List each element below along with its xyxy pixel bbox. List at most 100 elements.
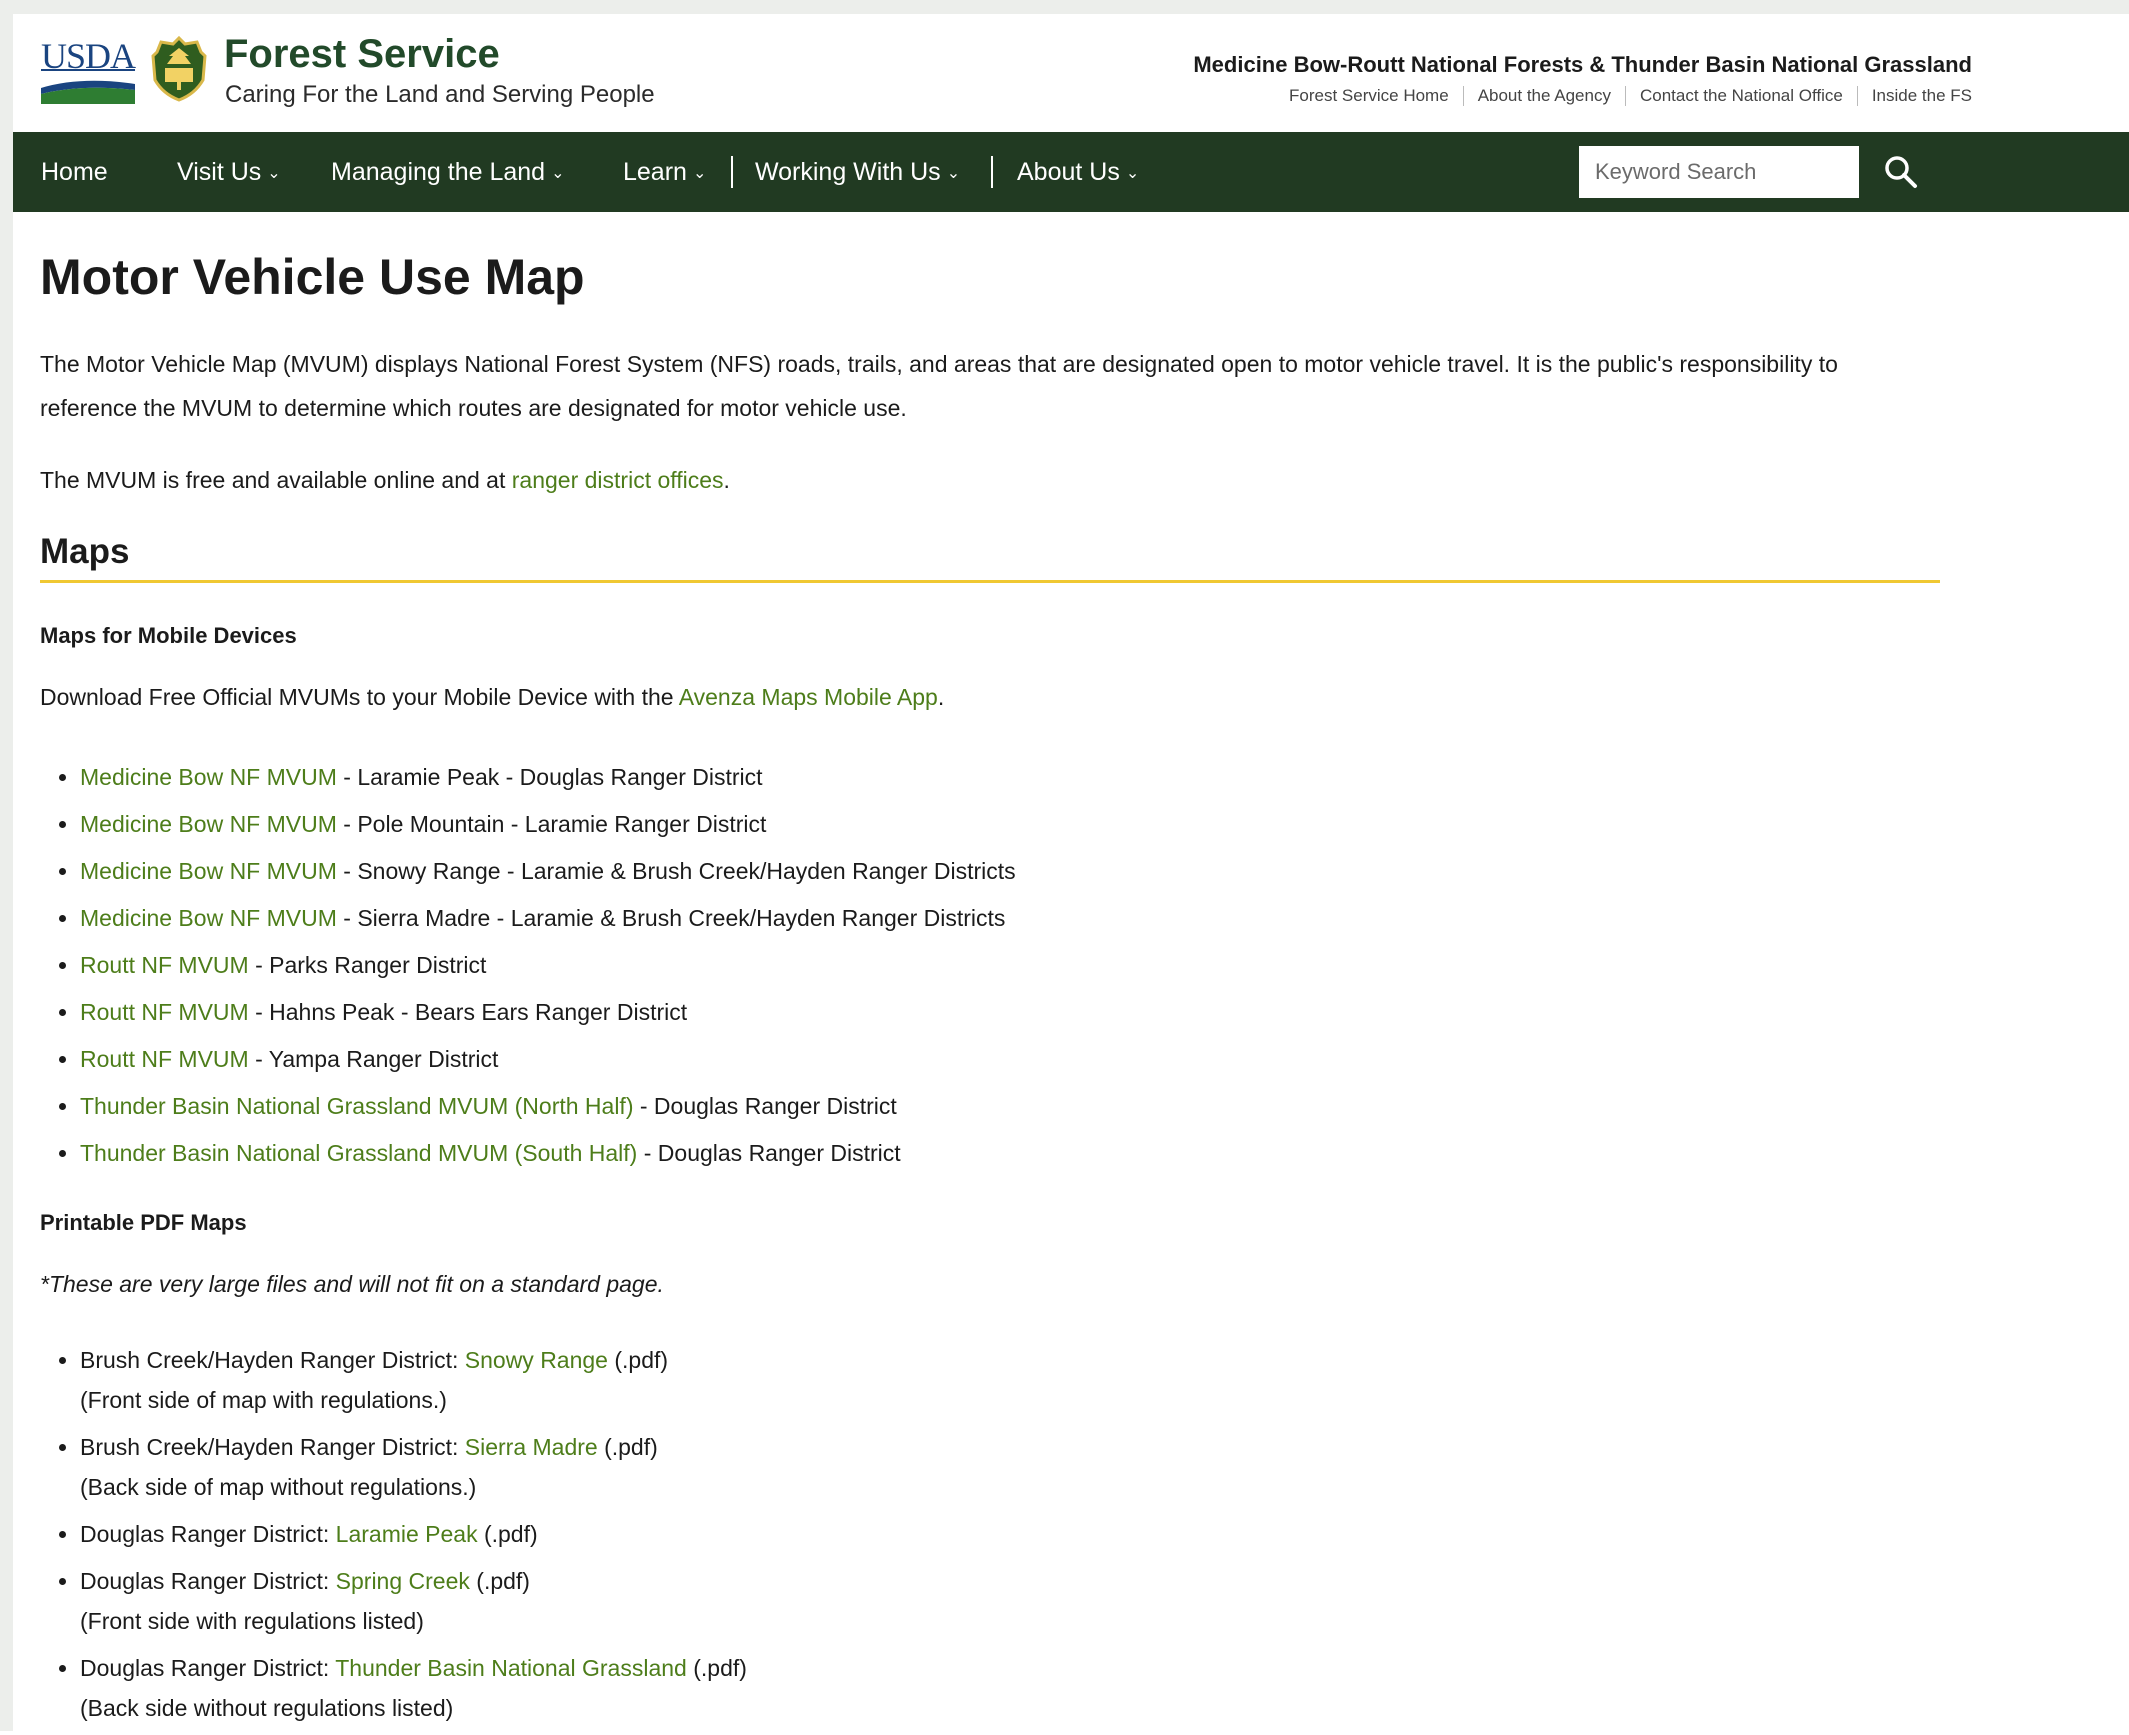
forest-service-shield-icon[interactable] xyxy=(151,36,207,102)
maps-heading: Maps xyxy=(40,532,130,571)
usda-swoosh-icon xyxy=(41,80,135,104)
pdf-link[interactable]: Spring Creek xyxy=(336,1568,470,1594)
list-item: Medicine Bow NF MVUM - Laramie Peak - Do… xyxy=(80,754,1016,801)
nav-home[interactable]: Home xyxy=(41,132,108,212)
pdf-suffix: (.pdf) xyxy=(469,1568,530,1594)
pdf-suffix: (.pdf) xyxy=(607,1347,669,1373)
mvum-link[interactable]: Routt NF MVUM xyxy=(80,952,255,978)
pdf-maps-list: Brush Creek/Hayden Ranger District: Snow… xyxy=(40,1340,747,1735)
mvum-link[interactable]: Medicine Bow NF MVUM xyxy=(80,811,343,837)
pdf-link[interactable]: Sierra Madre xyxy=(465,1434,598,1460)
window-edge xyxy=(0,0,13,1731)
mvum-link[interactable]: Thunder Basin National Grassland MVUM (S… xyxy=(80,1140,637,1166)
nav-visit-us-label: Visit Us xyxy=(177,158,262,186)
pdf-item-note: (Back side of map without regulations.) xyxy=(80,1474,477,1500)
list-item-text: - Douglas Ranger District xyxy=(637,1140,901,1166)
pdf-suffix: (.pdf) xyxy=(686,1655,747,1681)
chevron-down-icon: ⌄ xyxy=(1125,165,1140,182)
mobile-suffix: . xyxy=(937,684,945,710)
list-item: Brush Creek/Hayden Ranger District: Snow… xyxy=(80,1340,747,1420)
mvum-link[interactable]: Thunder Basin National Grassland MVUM (N… xyxy=(80,1093,633,1119)
mvum-link[interactable]: Routt NF MVUM xyxy=(80,999,249,1025)
utility-link-inside-fs[interactable]: Inside the FS xyxy=(1856,86,1972,106)
pdf-item-note: (Front side with regulations listed) xyxy=(80,1608,424,1634)
page-title: Motor Vehicle Use Map xyxy=(40,249,585,305)
nav-managing-label: Managing the Land xyxy=(331,158,546,186)
pdf-prefix: Brush Creek/Hayden Ranger District: xyxy=(80,1434,465,1460)
nav-working-label: Working With Us xyxy=(755,158,941,186)
list-item: Medicine Bow NF MVUM - Snowy Range - Lar… xyxy=(80,848,1016,895)
free-prefix: The MVUM is free and available online an… xyxy=(40,467,512,493)
list-item: Routt NF MVUM - Yampa Ranger District xyxy=(80,1036,1016,1083)
mvum-link[interactable]: Medicine Bow NF MVUM xyxy=(80,858,337,884)
nav-visit-us[interactable]: Visit Us ⌄ xyxy=(177,132,281,212)
list-item-text: - Douglas Ranger District xyxy=(633,1093,897,1119)
utility-link-contact[interactable]: Contact the National Office xyxy=(1624,86,1857,106)
free-availability-paragraph: The MVUM is free and available online an… xyxy=(40,458,1900,502)
list-item: Routt NF MVUM - Hahns Peak - Bears Ears … xyxy=(80,989,1016,1036)
list-item: Medicine Bow NF MVUM - Sierra Madre - La… xyxy=(80,895,1016,942)
utility-link-fs-home[interactable]: Forest Service Home xyxy=(1275,86,1463,106)
nav-about-label: About Us xyxy=(1017,158,1120,186)
pdf-link[interactable]: Laramie Peak xyxy=(336,1521,478,1547)
pdf-note: *These are very large files and will not… xyxy=(40,1271,664,1297)
list-item-text: - Pole Mountain - Laramie Ranger Distric… xyxy=(343,811,767,837)
mobile-prefix: Download Free Official MVUMs to your Mob… xyxy=(40,684,679,710)
search-icon[interactable] xyxy=(1879,150,1923,194)
chevron-down-icon: ⌄ xyxy=(946,165,961,182)
free-suffix: . xyxy=(723,467,730,493)
usda-logo-text: USDA xyxy=(41,36,136,76)
pdf-suffix: (.pdf) xyxy=(597,1434,658,1460)
nav-learn[interactable]: Learn ⌄ xyxy=(623,132,706,212)
search-input[interactable] xyxy=(1579,146,1859,198)
list-item: Medicine Bow NF MVUM - Pole Mountain - L… xyxy=(80,801,1016,848)
chevron-down-icon: ⌄ xyxy=(692,165,707,182)
mvum-link[interactable]: Medicine Bow NF MVUM xyxy=(80,764,337,790)
pdf-prefix: Douglas Ranger District: xyxy=(80,1655,336,1681)
list-item: Thunder Basin National Grassland MVUM (S… xyxy=(80,1130,1016,1177)
list-item-text: - Sierra Madre - Laramie & Brush Creek/H… xyxy=(343,905,1006,931)
pdf-link[interactable]: Snowy Range xyxy=(465,1347,608,1373)
mobile-maps-heading: Maps for Mobile Devices xyxy=(40,623,297,648)
mvum-link[interactable]: Routt NF MVUM xyxy=(80,1046,249,1072)
pdf-prefix: Brush Creek/Hayden Ranger District: xyxy=(80,1347,465,1373)
list-item-text: - Laramie Peak - Douglas Ranger District xyxy=(336,764,763,790)
agency-name[interactable]: Forest Service xyxy=(224,32,500,77)
nav-about-us[interactable]: About Us ⌄ xyxy=(1017,132,1139,212)
usda-logo[interactable]: USDA xyxy=(41,36,136,104)
pdf-link[interactable]: Thunder Basin National Grassland xyxy=(335,1655,687,1681)
nav-working-with-us[interactable]: Working With Us ⌄ xyxy=(755,132,960,212)
chevron-down-icon: ⌄ xyxy=(551,165,565,182)
pdf-prefix: Douglas Ranger District: xyxy=(80,1568,336,1594)
utility-link-about-agency[interactable]: About the Agency xyxy=(1462,86,1625,106)
chevron-down-icon: ⌄ xyxy=(267,165,281,182)
pdf-item-note: (Front side of map with regulations.) xyxy=(80,1387,447,1413)
nav-divider xyxy=(991,156,993,188)
unit-name[interactable]: Medicine Bow-Routt National Forests & Th… xyxy=(1193,52,1972,78)
list-item: Thunder Basin National Grassland MVUM (N… xyxy=(80,1083,1016,1130)
list-item: Routt NF MVUM - Parks Ranger District xyxy=(80,942,1016,989)
mobile-intro-paragraph: Download Free Official MVUMs to your Mob… xyxy=(40,675,1900,719)
window-edge xyxy=(0,0,2129,14)
agency-tagline: Caring For the Land and Serving People xyxy=(225,81,655,108)
pdf-prefix: Douglas Ranger District: xyxy=(80,1521,336,1547)
mvum-link[interactable]: Medicine Bow NF MVUM xyxy=(80,905,343,931)
list-item-text: - Hahns Peak - Bears Ears Ranger Distric… xyxy=(248,999,688,1025)
list-item: Douglas Ranger District: Spring Creek (.… xyxy=(80,1561,747,1641)
list-item: Brush Creek/Hayden Ranger District: Sier… xyxy=(80,1427,747,1507)
list-item-text: - Yampa Ranger District xyxy=(248,1046,499,1072)
ranger-district-offices-link[interactable]: ranger district offices xyxy=(512,467,724,493)
list-item: Douglas Ranger District: Laramie Peak (.… xyxy=(80,1514,747,1554)
list-item-text: - Snowy Range - Laramie & Brush Creek/Ha… xyxy=(336,858,1016,884)
nav-divider xyxy=(731,156,733,188)
nav-learn-label: Learn xyxy=(623,158,687,186)
mobile-maps-list: Medicine Bow NF MVUM - Laramie Peak - Do… xyxy=(40,754,1016,1177)
pdf-item-note: (Back side without regulations listed) xyxy=(80,1695,454,1721)
printable-pdf-heading: Printable PDF Maps xyxy=(40,1210,247,1235)
site-header: USDA Forest Service Caring For the Land … xyxy=(13,14,2129,132)
nav-managing-the-land[interactable]: Managing the Land ⌄ xyxy=(331,132,564,212)
pdf-suffix: (.pdf) xyxy=(477,1521,538,1547)
browser-page: USDA Forest Service Caring For the Land … xyxy=(0,0,2129,1731)
avenza-app-link[interactable]: Avenza Maps Mobile App xyxy=(679,684,938,710)
intro-paragraph: The Motor Vehicle Map (MVUM) displays Na… xyxy=(40,351,1838,421)
